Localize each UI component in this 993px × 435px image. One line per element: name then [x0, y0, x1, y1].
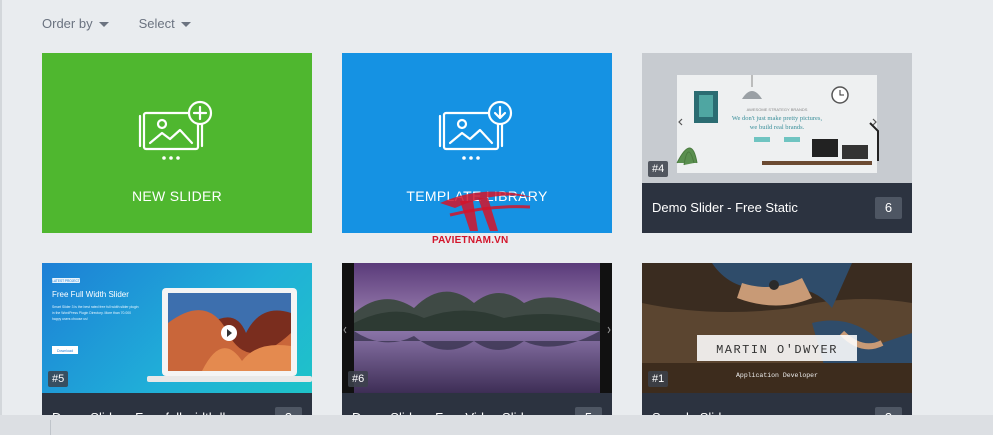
thumbnail-body: Smart Slider 3 is the best rated free fu… — [52, 305, 139, 309]
chevron-down-icon — [98, 21, 109, 27]
slider-number-badge: #1 — [648, 371, 669, 387]
template-library-card[interactable]: TEMPLATE LIBRARY — [342, 53, 612, 233]
slider-title: Demo Slider - Free Static — [652, 200, 798, 215]
thumbnail-role: Application Developer — [736, 372, 818, 379]
thumbnail-heading: Free Full Width Slider — [52, 290, 129, 299]
slider-card-1[interactable]: MARTIN O'DWYER Application Developer #1 … — [642, 263, 912, 435]
add-image-icon — [138, 100, 213, 160]
select-label: Select — [138, 16, 175, 31]
thumbnail-tag: LATEST PROJECT — [52, 279, 80, 283]
slider-card-5[interactable]: LATEST PROJECT Free Full Width Slider Sm… — [42, 263, 312, 435]
order-by-label: Order by — [42, 16, 93, 31]
slider-number-badge: #4 — [648, 161, 669, 177]
slider-thumbnail: AWESOME STRATEGY BRANDS We don't just ma… — [642, 53, 912, 183]
watermark-text: PAVIETNAM.VN — [432, 235, 509, 246]
select-dropdown[interactable]: Select — [139, 16, 191, 31]
thumbnail-body-3: happy users choose us! — [52, 317, 88, 321]
template-library-label: TEMPLATE LIBRARY — [406, 188, 548, 204]
slider-thumbnail: LATEST PROJECT Free Full Width Slider Sm… — [42, 263, 312, 393]
left-frame-border — [0, 0, 2, 415]
new-slider-label: NEW SLIDER — [131, 188, 223, 204]
thumbnail-body-2: in the WordPress Plugin Directory. More … — [52, 311, 131, 315]
toolbar: Order by Select — [42, 16, 191, 31]
thumbnail-headline: We don't just make pretty pictures, — [732, 115, 823, 122]
chevron-down-icon — [180, 21, 191, 27]
new-slider-card[interactable]: NEW SLIDER — [42, 53, 312, 233]
slider-card-4[interactable]: AWESOME STRATEGY BRANDS We don't just ma… — [642, 53, 912, 233]
slider-thumbnail: MARTIN O'DWYER Application Developer #1 — [642, 263, 912, 393]
thumbnail-headline-2: we build real brands. — [750, 124, 805, 131]
slide-count-badge: 6 — [875, 197, 902, 219]
thumbnail-name: MARTIN O'DWYER — [716, 343, 838, 357]
thumbnail-image — [343, 263, 611, 393]
bottom-bar — [0, 415, 993, 435]
slider-thumbnail: #6 — [342, 263, 612, 393]
thumbnail-kicker: AWESOME STRATEGY BRANDS — [747, 107, 808, 112]
thumbnail-image: AWESOME STRATEGY BRANDS We don't just ma… — [676, 75, 879, 173]
thumbnail-button: Download — [57, 349, 73, 353]
thumbnail-image: LATEST PROJECT Free Full Width Slider Sm… — [52, 278, 312, 382]
bottom-divider — [50, 420, 51, 435]
thumbnail-image: MARTIN O'DWYER Application Developer — [642, 263, 912, 393]
slider-number-badge: #5 — [48, 371, 69, 387]
slider-card-6[interactable]: #6 Demo Slider - Free Video Slider 5 — [342, 263, 612, 435]
slider-number-badge: #6 — [348, 371, 369, 387]
download-image-icon — [438, 100, 513, 160]
order-by-dropdown[interactable]: Order by — [42, 16, 109, 31]
slider-info-bar: Demo Slider - Free Static 6 — [642, 183, 912, 233]
